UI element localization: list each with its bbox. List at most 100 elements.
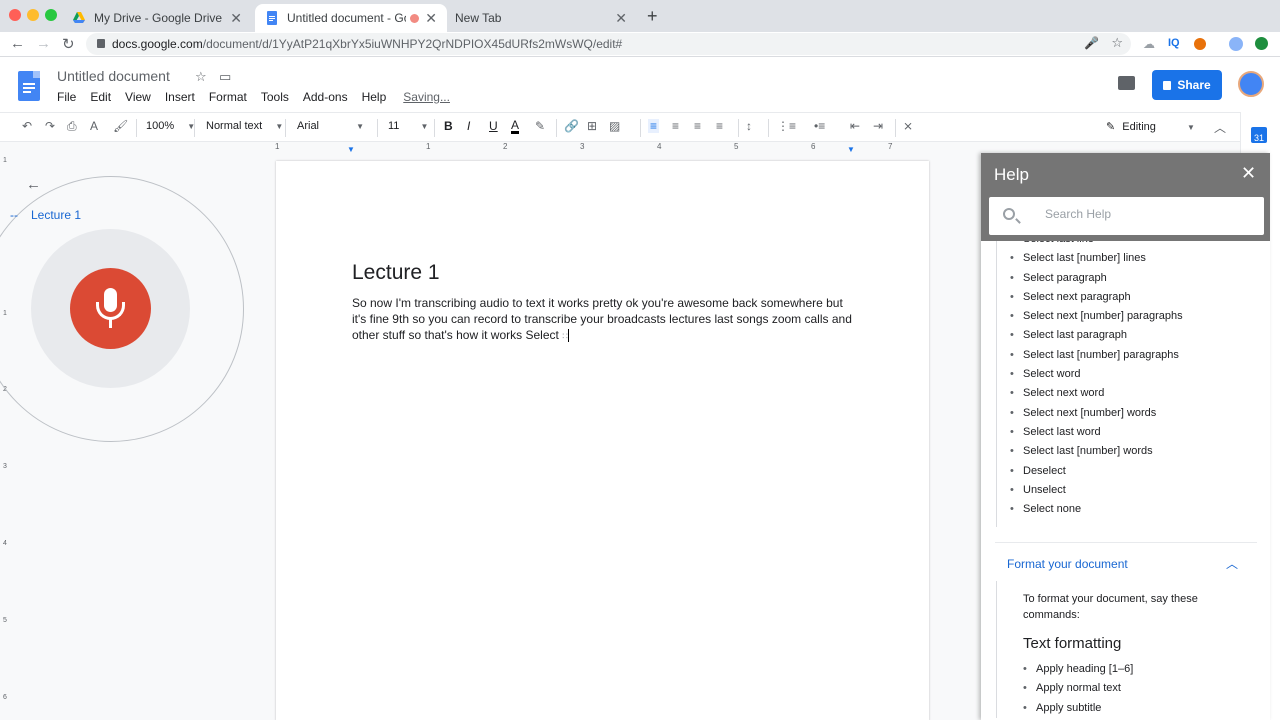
help-title: Help	[994, 165, 1029, 184]
italic-button[interactable]: I	[467, 119, 470, 133]
redo-icon[interactable]: ↷	[45, 119, 55, 133]
ruler-tick: 4	[657, 142, 662, 151]
document-heading[interactable]: Lecture 1	[352, 261, 440, 285]
tab-title: New Tab	[455, 11, 502, 25]
highlight-color-icon[interactable]: ✎	[535, 119, 545, 133]
ruler-tick: 6	[811, 142, 816, 151]
close-tab-icon[interactable]: ✕	[615, 10, 627, 27]
tab-my-drive[interactable]: My Drive - Google Drive ✕	[62, 4, 252, 32]
list-item: Select next [number] words	[1010, 404, 1256, 424]
menu-view[interactable]: View	[125, 90, 151, 104]
maximize-window-button[interactable]	[45, 9, 57, 21]
back-arrow-icon[interactable]: ←	[26, 176, 41, 193]
spellcheck-icon[interactable]: A	[90, 119, 98, 133]
font-select[interactable]: Arial ▼	[297, 120, 364, 132]
text-color-button[interactable]: A	[511, 119, 520, 134]
undo-icon[interactable]: ↶	[22, 119, 32, 133]
outline-heading-link[interactable]: Lecture 1	[31, 208, 81, 222]
bulleted-list-icon[interactable]: •≡	[814, 119, 825, 133]
style-select[interactable]: Normal text ▼	[206, 120, 283, 132]
voice-typing-microphone-button[interactable]	[70, 268, 151, 349]
font-size-select[interactable]: 11 ▼	[388, 120, 428, 132]
menu-help[interactable]: Help	[362, 90, 387, 104]
back-icon[interactable]: ←	[10, 35, 25, 52]
chevron-up-icon[interactable]: ︿	[1214, 119, 1226, 136]
help-header: Help ✕	[981, 153, 1270, 241]
minimize-window-button[interactable]	[27, 9, 39, 21]
extension-iq-icon[interactable]: IQ	[1168, 37, 1180, 49]
share-label: Share	[1177, 78, 1211, 92]
list-item: Select next paragraph	[1010, 288, 1256, 308]
calendar-icon[interactable]: 31	[1251, 127, 1267, 143]
decrease-indent-icon[interactable]: ⇤	[850, 119, 860, 133]
format-section-toggle[interactable]: Format your document	[1007, 557, 1128, 571]
close-icon[interactable]: ✕	[1241, 163, 1256, 184]
paint-format-icon[interactable]: 🖌	[113, 119, 128, 133]
close-tab-icon[interactable]: ✕	[230, 10, 242, 27]
editing-mode-value: Editing	[1122, 121, 1156, 133]
chevron-down-icon: ▼	[356, 122, 364, 131]
document-page[interactable]: Lecture 1 So now I'm transcribing audio …	[276, 161, 929, 720]
increase-indent-icon[interactable]: ⇥	[873, 119, 883, 133]
forward-icon[interactable]: →	[36, 35, 51, 52]
document-title[interactable]: Untitled document	[57, 68, 170, 84]
move-folder-icon[interactable]: ▭	[219, 69, 231, 85]
close-window-button[interactable]	[9, 9, 21, 21]
bookmark-star-icon[interactable]: ☆	[1111, 35, 1123, 51]
insert-link-icon[interactable]: 🔗	[564, 119, 579, 133]
right-indent-marker-icon[interactable]: ▼	[847, 145, 855, 154]
bold-button[interactable]: B	[444, 119, 453, 133]
left-indent-marker-icon[interactable]: ▼	[347, 145, 355, 154]
microphone-icon[interactable]: 🎤	[1084, 36, 1099, 50]
tab-title: Untitled document - Googl	[287, 11, 406, 25]
extension-cloud-icon[interactable]: ☁	[1143, 37, 1155, 51]
tab-new-tab[interactable]: New Tab ✕	[445, 4, 637, 32]
menu-insert[interactable]: Insert	[165, 90, 195, 104]
align-left-button[interactable]: ≡	[648, 119, 660, 133]
ruler-tick: 3	[3, 463, 7, 470]
insert-image-icon[interactable]: ▨	[609, 119, 620, 133]
docs-logo-icon[interactable]	[18, 71, 40, 101]
help-panel: Help ✕ Select last line Select last [num…	[981, 153, 1270, 720]
clear-formatting-icon[interactable]: ⨯	[903, 119, 913, 133]
list-item: Select paragraph	[1010, 269, 1256, 289]
chevron-up-icon[interactable]: ︿	[1226, 555, 1238, 572]
star-icon[interactable]: ☆	[195, 69, 207, 85]
list-item: Select none	[1010, 500, 1256, 520]
justify-button[interactable]: ≡	[716, 119, 723, 133]
saving-status: Saving...	[403, 90, 450, 104]
menu-format[interactable]: Format	[209, 90, 247, 104]
extension-duck-icon[interactable]	[1194, 38, 1206, 50]
extension-green-icon[interactable]	[1255, 37, 1268, 50]
list-item: Select next word	[1010, 384, 1256, 404]
menu-tools[interactable]: Tools	[261, 90, 289, 104]
menu-add-ons[interactable]: Add-ons	[303, 90, 348, 104]
reload-icon[interactable]: ↻	[62, 35, 75, 53]
line-spacing-icon[interactable]: ↕	[746, 119, 752, 133]
close-tab-icon[interactable]: ✕	[425, 10, 437, 27]
document-body[interactable]: So now I'm transcribing audio to text it…	[352, 295, 858, 344]
zoom-select[interactable]: 100% ▼	[146, 120, 195, 132]
share-button[interactable]: Share	[1152, 70, 1222, 100]
tab-title: My Drive - Google Drive	[94, 11, 223, 25]
pencil-icon: ✎	[1106, 121, 1116, 133]
print-icon[interactable]: ⎙	[67, 119, 77, 134]
editing-mode-select[interactable]: ✎ Editing ▼	[1106, 120, 1195, 133]
tab-untitled-document[interactable]: Untitled document - Googl ✕	[255, 4, 447, 32]
align-right-button[interactable]: ≡	[694, 119, 701, 133]
help-search-input[interactable]	[1045, 207, 1245, 221]
menu-edit[interactable]: Edit	[90, 90, 111, 104]
comment-history-icon[interactable]	[1118, 76, 1135, 90]
profile-icon[interactable]	[1229, 37, 1243, 51]
new-tab-plus-icon[interactable]: +	[647, 6, 658, 27]
menu-file[interactable]: File	[57, 90, 76, 104]
add-comment-icon[interactable]: ⊞	[587, 119, 597, 133]
underline-button[interactable]: U	[489, 119, 498, 133]
lock-icon	[97, 39, 105, 48]
avatar[interactable]	[1238, 71, 1264, 97]
align-center-button[interactable]: ≡	[672, 119, 679, 133]
url-host: docs.google.com	[112, 37, 203, 51]
numbered-list-icon[interactable]: ⋮≡	[777, 119, 796, 133]
url-input[interactable]: docs.google.com/document/d/1YyAtP21qXbrY…	[86, 33, 1131, 55]
docs-icon	[265, 11, 279, 25]
